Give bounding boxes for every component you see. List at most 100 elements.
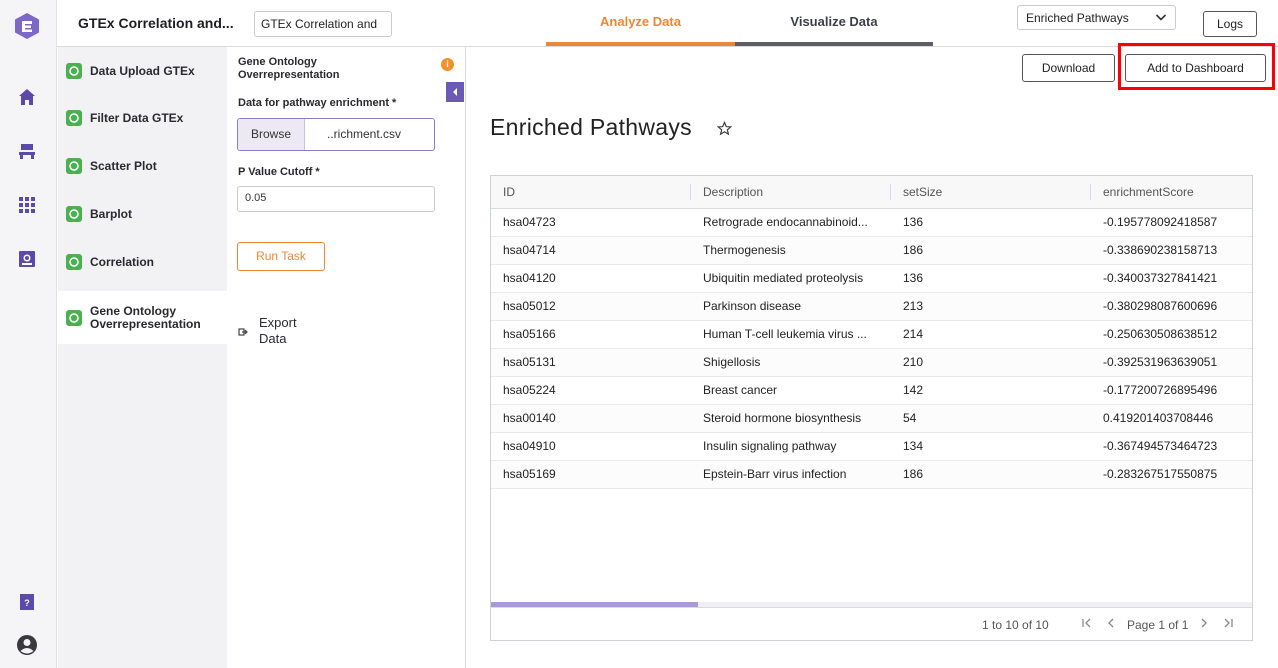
help-icon-label: ? xyxy=(24,598,30,608)
step-scatter-plot[interactable]: Scatter Plot xyxy=(58,142,227,190)
step-barplot[interactable]: Barplot xyxy=(58,190,227,238)
cell-description: Ubiquitin mediated proteolysis xyxy=(703,271,864,285)
workflow-icon[interactable] xyxy=(16,140,38,162)
cell-description: Steroid hormone biosynthesis xyxy=(703,411,862,425)
step-correlation[interactable]: Correlation xyxy=(58,238,227,286)
table-row[interactable]: hsa04910 Insulin signaling pathway 134 -0.3… xyxy=(491,433,1252,461)
cell-id: hsa04714 xyxy=(503,243,556,257)
tab-analyze-data[interactable]: Analyze Data xyxy=(546,0,735,46)
column-header-enrichmentscore[interactable]: enrichmentScore xyxy=(1091,176,1252,208)
next-page-icon[interactable] xyxy=(1198,617,1210,632)
user-icon[interactable] xyxy=(16,634,38,656)
table-pagination: 1 to 10 of 10 Page 1 of 1 xyxy=(491,607,1252,640)
cell-enrichmentscore: -0.195778092418587 xyxy=(1103,215,1218,229)
cell-description: Thermogenesis xyxy=(703,243,786,257)
home-icon[interactable] xyxy=(16,86,38,108)
table-row[interactable]: hsa05131 Shigellosis 210 -0.392531963639051 xyxy=(491,349,1252,377)
cell-enrichmentscore: -0.380298087600696 xyxy=(1103,299,1218,313)
cell-enrichmentscore: -0.250630508638512 xyxy=(1103,327,1218,341)
file-name: ..richment.csv xyxy=(327,127,402,141)
cell-description: Insulin signaling pathway xyxy=(703,439,837,453)
table-row[interactable]: hsa04714 Thermogenesis 186 -0.3386902381587… xyxy=(491,237,1252,265)
cell-id: hsa05169 xyxy=(503,467,556,481)
cell-setsize: 136 xyxy=(903,271,924,285)
cell-id: hsa05012 xyxy=(503,299,556,313)
analysis-icon[interactable] xyxy=(16,248,38,270)
table-row[interactable]: hsa00140 Steroid hormone biosynthesis 54 0.… xyxy=(491,405,1252,433)
cell-id: hsa05224 xyxy=(503,383,556,397)
cell-description: Parkinson disease xyxy=(703,299,802,313)
cell-description: Human T-cell leukemia virus ... xyxy=(703,327,867,341)
export-data-button[interactable]: Export Data xyxy=(238,315,319,347)
view-select[interactable]: Enriched Pathways xyxy=(1017,5,1176,30)
check-icon xyxy=(66,309,82,326)
check-icon xyxy=(66,206,82,222)
page-indicator: Page 1 of 1 xyxy=(1127,618,1189,632)
app-title: GTEx Correlation and... xyxy=(78,15,234,31)
collapse-panel-button[interactable] xyxy=(446,82,464,102)
cell-description: Shigellosis xyxy=(703,355,761,369)
cell-description: Retrograde endocannabinoid... xyxy=(703,215,868,229)
step-label: Data Upload GTEx xyxy=(90,63,195,78)
top-header: GTEx Correlation and... GTEx Correlation… xyxy=(57,0,1278,47)
cell-setsize: 213 xyxy=(903,299,924,313)
cell-setsize: 186 xyxy=(903,467,924,481)
table-row[interactable]: hsa04120 Ubiquitin mediated proteolysis 13… xyxy=(491,265,1252,293)
pvalue-input[interactable]: 0.05 xyxy=(237,186,435,212)
apps-icon[interactable] xyxy=(16,194,38,216)
table-row[interactable]: hsa04723 Retrograde endocannabinoid... 136… xyxy=(491,209,1252,237)
table-header: ID Description setSize enrichmentScore xyxy=(491,176,1252,209)
table-row[interactable]: hsa05169 Epstein-Barr virus infection 186 -… xyxy=(491,461,1252,489)
page-title: Enriched Pathways xyxy=(490,114,692,140)
last-page-icon[interactable] xyxy=(1222,617,1234,632)
cell-enrichmentscore: -0.340037327841421 xyxy=(1103,271,1218,285)
cell-id: hsa05131 xyxy=(503,355,556,369)
logs-button[interactable]: Logs xyxy=(1203,11,1257,37)
view-select-value: Enriched Pathways xyxy=(1026,11,1129,25)
star-icon[interactable] xyxy=(716,120,733,141)
tab-visualize-data[interactable]: Visualize Data xyxy=(735,0,933,46)
cell-id: hsa04120 xyxy=(503,271,556,285)
cell-enrichmentscore: -0.367494573464723 xyxy=(1103,439,1218,453)
highlight-box xyxy=(1118,43,1275,90)
cell-setsize: 134 xyxy=(903,439,924,453)
step-data-upload-gtex[interactable]: Data Upload GTEx xyxy=(58,47,227,95)
main-content: Download Add to Dashboard Enriched Pathw… xyxy=(467,43,1278,668)
previous-page-icon[interactable] xyxy=(1105,617,1117,632)
results-table: ID Description setSize enrichmentScore h… xyxy=(490,175,1253,641)
check-icon xyxy=(66,158,82,174)
step-gene-ontology-overrepresentation[interactable]: Gene Ontology Overrepresentation xyxy=(58,291,227,344)
cell-id: hsa00140 xyxy=(503,411,556,425)
info-icon[interactable]: i xyxy=(441,58,454,71)
cell-description: Breast cancer xyxy=(703,383,778,397)
table-row[interactable]: hsa05224 Breast cancer 142 -0.1772007268954… xyxy=(491,377,1252,405)
download-button[interactable]: Download xyxy=(1022,54,1115,82)
column-header-id[interactable]: ID xyxy=(491,176,691,208)
table-row[interactable]: hsa05012 Parkinson disease 213 -0.380298087… xyxy=(491,293,1252,321)
workflow-steps: Data Upload GTEx Filter Data GTEx Scatte… xyxy=(58,47,227,668)
task-settings-panel: Gene Ontology Overrepresentation i Data … xyxy=(227,47,466,668)
step-label: Scatter Plot xyxy=(90,158,157,173)
cell-setsize: 136 xyxy=(903,215,924,229)
cell-setsize: 142 xyxy=(903,383,924,397)
cell-setsize: 214 xyxy=(903,327,924,341)
logo-icon[interactable] xyxy=(14,12,40,40)
cell-id: hsa05166 xyxy=(503,327,556,341)
column-header-setsize[interactable]: setSize xyxy=(891,176,1091,208)
file-input[interactable]: Browse ..richment.csv xyxy=(237,118,435,151)
icon-rail: ? xyxy=(0,0,57,668)
step-filter-data-gtex[interactable]: Filter Data GTEx xyxy=(58,94,227,142)
cell-enrichmentscore: -0.338690238158713 xyxy=(1103,243,1218,257)
project-name-input[interactable]: GTEx Correlation and xyxy=(254,11,392,37)
help-icon[interactable]: ? xyxy=(16,591,38,613)
step-label: Gene Ontology Overrepresentation xyxy=(90,303,201,331)
column-header-description[interactable]: Description xyxy=(691,176,891,208)
browse-button[interactable]: Browse xyxy=(238,119,305,150)
table-row[interactable]: hsa05166 Human T-cell leukemia virus ... 2… xyxy=(491,321,1252,349)
cell-enrichmentscore: -0.392531963639051 xyxy=(1103,355,1218,369)
export-icon xyxy=(238,324,250,347)
run-task-button[interactable]: Run Task xyxy=(237,242,325,271)
first-page-icon[interactable] xyxy=(1081,617,1093,632)
cell-setsize: 54 xyxy=(903,411,917,425)
pvalue-label: P Value Cutoff * xyxy=(238,166,320,178)
